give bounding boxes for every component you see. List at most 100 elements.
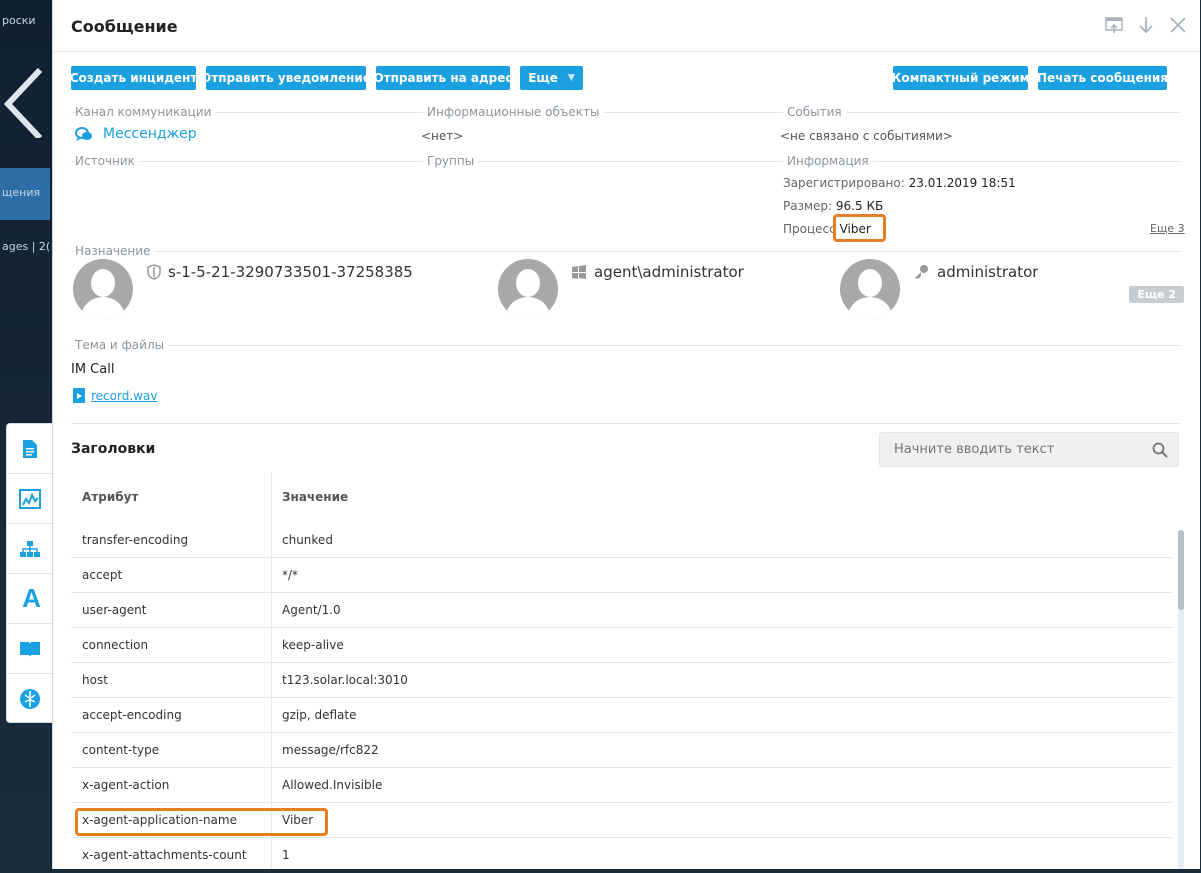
destination-label: Назначение <box>75 244 155 258</box>
scrollbar-thumb[interactable] <box>1178 530 1184 610</box>
registered-row: Зарегистрировано: 23.01.2019 18:51 <box>783 176 1016 190</box>
tab-chart[interactable] <box>7 474 53 524</box>
info-objects-label: Информационные объекты <box>423 105 604 119</box>
background-text: ages | 2( <box>2 240 50 253</box>
divider <box>71 423 1181 424</box>
table-row: x-agent-action Allowed.Invisible <box>71 768 1173 803</box>
search-icon[interactable] <box>1152 442 1168 458</box>
value-cell: */* <box>282 568 299 582</box>
attr-cell: connection <box>82 638 149 652</box>
table-row: connection keep-alive <box>71 628 1173 663</box>
headers-title: Заголовки <box>71 441 156 457</box>
attr-cell: x-agent-attachments-count <box>82 848 247 862</box>
table-row: x-agent-attachments-count 1 <box>71 838 1173 873</box>
shield-icon <box>147 264 161 280</box>
chart-icon <box>19 488 41 509</box>
headers-search[interactable] <box>879 432 1179 467</box>
book-icon <box>20 641 40 657</box>
message-panel: Сообщение Создать инцидент Отправить уве… <box>52 0 1200 869</box>
value-cell: Agent/1.0 <box>282 603 341 617</box>
audio-file-icon <box>73 388 85 403</box>
registered-value: 23.01.2019 18:51 <box>908 176 1016 190</box>
channel-value[interactable]: Мессенджер <box>75 126 197 142</box>
value-cell: gzip, deflate <box>282 708 357 722</box>
hierarchy-icon <box>20 540 40 557</box>
send-notification-button[interactable]: Отправить уведомление <box>201 66 371 90</box>
more-dropdown-button[interactable]: Еще ▼ <box>520 66 583 90</box>
info-label: Информация <box>783 154 873 168</box>
background-text: щения <box>2 186 41 199</box>
divider <box>71 345 1181 346</box>
more-persons-badge[interactable]: Еще 2 <box>1129 286 1184 303</box>
side-tabs: A <box>6 423 53 724</box>
application-name-highlight <box>75 808 328 836</box>
value-cell: keep-alive <box>282 638 344 652</box>
divider <box>71 251 1181 252</box>
table-row: host t123.solar.local:3010 <box>71 663 1173 698</box>
size-label: Размер: <box>783 199 833 213</box>
source-label: Источник <box>75 154 139 168</box>
divider <box>71 161 1181 162</box>
attr-cell: transfer-encoding <box>82 533 189 547</box>
tab-document[interactable] <box>7 424 53 474</box>
avatar <box>840 259 900 319</box>
send-to-address-button[interactable]: Отправить на адрес <box>373 66 513 90</box>
attr-cell: accept-encoding <box>82 708 182 722</box>
table-row: user-agent Agent/1.0 <box>71 593 1173 628</box>
attachment[interactable]: record.wav <box>73 388 157 403</box>
table-row: transfer-encoding chunked <box>71 523 1173 558</box>
create-incident-button[interactable]: Создать инцидент <box>70 66 197 90</box>
print-message-button[interactable]: Печать сообщения <box>1037 66 1168 90</box>
column-header-attribute[interactable]: Атрибут <box>82 490 138 504</box>
compact-mode-button[interactable]: Компактный режим <box>892 66 1029 90</box>
chat-icon <box>75 127 92 141</box>
channel-link[interactable]: Мессенджер <box>103 126 197 142</box>
avatar <box>73 259 133 319</box>
windows-icon <box>572 265 586 279</box>
process-label: Процесс <box>783 222 836 236</box>
key-icon <box>915 265 928 279</box>
table-row: accept */* <box>71 558 1173 593</box>
process-highlight <box>833 214 886 242</box>
value-cell: chunked <box>282 533 333 547</box>
person-name[interactable]: agent\administrator <box>594 263 744 281</box>
brain-icon <box>20 689 40 709</box>
attr-cell: host <box>82 673 108 687</box>
table-row: accept-encoding gzip, deflate <box>71 698 1173 733</box>
tab-hierarchy[interactable] <box>7 524 53 574</box>
value-cell: Allowed.Invisible <box>282 778 383 792</box>
size-row: Размер: 96.5 КБ <box>783 199 883 213</box>
close-icon[interactable] <box>1168 16 1188 39</box>
attr-cell: content-type <box>82 743 160 757</box>
attr-cell: x-agent-action <box>82 778 170 792</box>
divider <box>71 112 1181 113</box>
tab-brain[interactable] <box>7 674 53 724</box>
chevron-down-icon: ▼ <box>567 73 575 83</box>
value-cell: 1 <box>282 848 290 862</box>
attr-cell: accept <box>82 568 123 582</box>
tab-attributes[interactable]: A <box>7 574 53 624</box>
more-label: Еще <box>528 71 558 85</box>
document-icon <box>23 439 37 458</box>
attachment-link[interactable]: record.wav <box>91 389 157 403</box>
search-input[interactable] <box>880 433 1130 466</box>
registered-label: Зарегистрировано: <box>783 176 905 190</box>
size-value: 96.5 КБ <box>835 199 884 213</box>
person-name[interactable]: s-1-5-21-3290733501-3725838525 <box>168 263 412 281</box>
column-header-value[interactable]: Значение <box>282 490 348 504</box>
person-name[interactable]: administrator <box>937 263 1038 281</box>
groups-label: Группы <box>423 154 479 168</box>
tab-book[interactable] <box>7 624 53 674</box>
channel-label: Канал коммуникации <box>75 105 216 119</box>
more-info-link[interactable]: Еще 3 <box>1150 222 1185 235</box>
events-label: События <box>783 105 846 119</box>
events-value: <не связано с событиями> <box>780 129 953 143</box>
page-title: Сообщение <box>71 17 178 36</box>
avatar <box>498 259 558 319</box>
title-bar: Сообщение <box>53 0 1200 52</box>
table-scrollbar[interactable] <box>1178 530 1184 869</box>
detach-icon[interactable] <box>1104 16 1124 39</box>
value-cell: message/rfc822 <box>282 743 379 757</box>
info-objects-value: <нет> <box>421 129 464 143</box>
download-arrow-icon[interactable] <box>1136 16 1156 39</box>
